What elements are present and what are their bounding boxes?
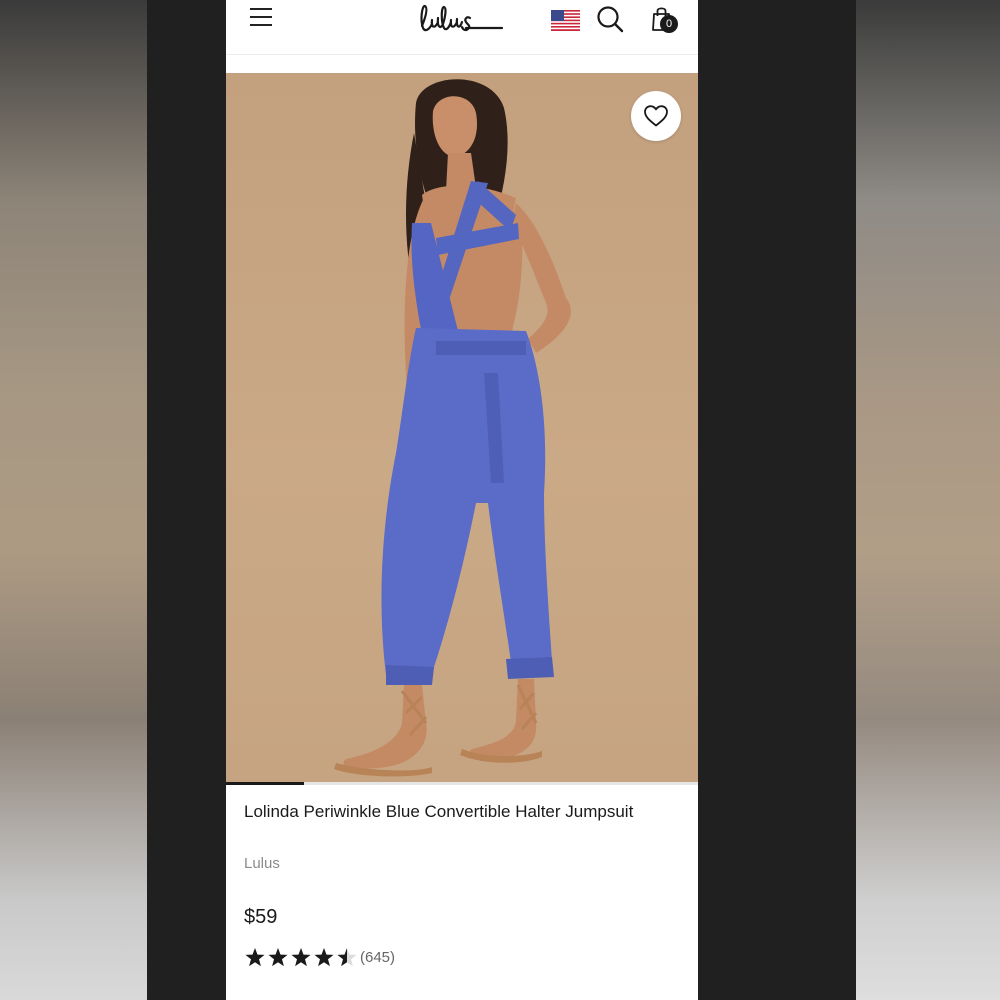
image-carousel-progress	[226, 782, 698, 785]
left-letterbox	[147, 0, 226, 1000]
product-brand[interactable]: Lulus	[244, 855, 280, 872]
mobile-product-page: 0 Lolinda Periwinkle Blue Convertible Ha…	[226, 0, 698, 1000]
star-icon	[268, 948, 288, 967]
star-icon	[291, 948, 311, 967]
left-blurred-backdrop	[0, 0, 147, 1000]
search-icon[interactable]	[596, 5, 624, 33]
heart-icon	[644, 105, 668, 127]
brand-logo[interactable]	[414, 0, 514, 40]
product-title: Lolinda Periwinkle Blue Convertible Halt…	[244, 802, 634, 821]
menu-icon[interactable]	[250, 8, 272, 26]
product-image[interactable]	[226, 73, 698, 783]
product-price: $59	[244, 906, 278, 928]
us-flag-icon[interactable]	[551, 10, 580, 31]
right-blurred-backdrop	[853, 0, 1000, 1000]
top-navigation: 0	[226, 0, 698, 55]
star-icon	[337, 948, 357, 967]
right-letterbox	[698, 0, 856, 1000]
review-count[interactable]: (645)	[360, 949, 395, 966]
favorite-button[interactable]	[631, 91, 681, 141]
rating-stars	[245, 948, 357, 967]
star-icon	[245, 948, 265, 967]
cart-count-badge: 0	[660, 15, 678, 33]
star-icon	[314, 948, 334, 967]
image-carousel-progress-fill	[226, 782, 304, 785]
